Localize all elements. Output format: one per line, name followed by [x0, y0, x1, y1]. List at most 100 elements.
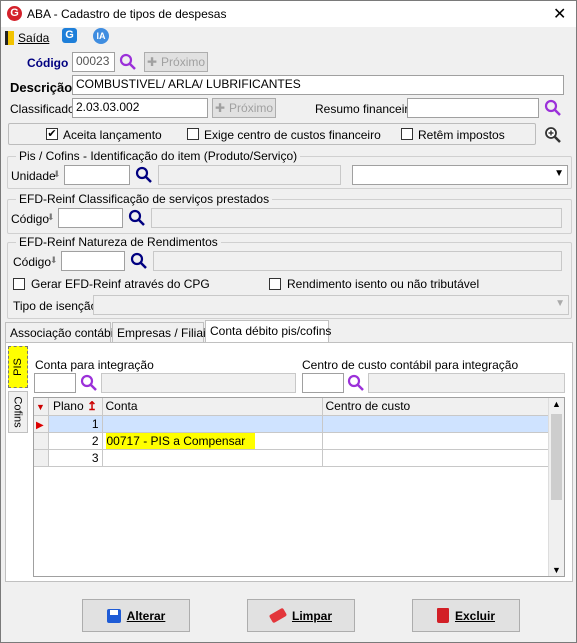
reinf-class-codigo-input[interactable]: [58, 208, 123, 228]
unidade-label: Unidade: [11, 169, 56, 183]
classificador-next-button[interactable]: ✚ Próximo: [212, 98, 276, 118]
search-icon[interactable]: [347, 374, 365, 392]
limpar-button[interactable]: Limpar: [247, 599, 355, 632]
codigo-next-label: Próximo: [161, 55, 206, 69]
tipo-isencao-select[interactable]: ▼: [93, 295, 569, 315]
tab-associacao[interactable]: Associação contábil: [5, 322, 116, 342]
scroll-thumb[interactable]: [551, 414, 562, 500]
scroll-down-icon[interactable]: ▼: [552, 565, 561, 575]
grid-vertical-scrollbar[interactable]: ▲ ▼: [548, 398, 564, 576]
table-row[interactable]: 3: [34, 449, 549, 467]
codigo-next-button[interactable]: ✚ Próximo: [144, 52, 208, 72]
aceita-checkbox[interactable]: ✔: [46, 128, 58, 140]
side-tab-pis-label: PIS: [11, 358, 24, 376]
gerar-reinf-checkbox[interactable]: [13, 278, 25, 290]
row-indicator: [34, 432, 49, 450]
codigo-input[interactable]: 00023: [72, 52, 115, 72]
table-row[interactable]: 2 00717 - PIS a Compensar: [34, 432, 549, 450]
table-row[interactable]: ▶ 1: [34, 415, 549, 433]
conta-integ-input[interactable]: [34, 373, 76, 393]
retem-label: Retêm impostos: [418, 128, 505, 142]
grid-indicator-header: ▼: [34, 398, 49, 416]
close-icon[interactable]: ✕: [553, 4, 566, 24]
tab-empresas[interactable]: Empresas / Filiais: [112, 322, 212, 342]
reinf-nat-codigo-label: Código: [13, 255, 52, 269]
grid-header-plano-label: Plano: [52, 399, 84, 414]
cell-conta-highlighted-value: 00717 - PIS a Compensar: [105, 432, 256, 449]
isento-label: Rendimento isento ou não tributável: [287, 277, 480, 291]
codigo-label: Código: [27, 56, 69, 70]
grid-table: ▼ Plano ↥ Conta Centro de custo ▶ 1 2 00…: [34, 398, 549, 467]
eraser-icon: [268, 607, 288, 624]
down-arrow-icon: ⬇: [50, 255, 58, 265]
search-icon[interactable]: [130, 252, 148, 270]
cell-centro[interactable]: [322, 415, 549, 433]
zoom-icon[interactable]: [544, 126, 562, 144]
scroll-up-icon[interactable]: ▲: [552, 399, 561, 409]
down-arrow-icon: ⬇: [47, 212, 55, 222]
search-icon[interactable]: [80, 374, 98, 392]
conta-integ-label: Conta para integração: [35, 358, 154, 372]
chevron-down-icon: ▼: [554, 168, 564, 179]
grid-header-conta[interactable]: Conta: [102, 398, 323, 416]
g-icon[interactable]: G: [62, 28, 77, 43]
resumo-input[interactable]: [407, 98, 539, 118]
classificador-input[interactable]: 2.03.03.002: [72, 98, 208, 118]
trash-icon: [436, 608, 449, 623]
alterar-button[interactable]: Alterar: [82, 599, 190, 632]
side-tab-cofins-label: Cofins: [12, 396, 24, 428]
reinf-nat-codigo-input[interactable]: [61, 251, 125, 271]
side-tab-cofins[interactable]: Cofins: [8, 391, 28, 433]
grid-header-plano[interactable]: Plano ↥: [48, 398, 103, 416]
pis-cofins-select[interactable]: ▼: [352, 165, 568, 185]
reinf-class-codigo-label: Código: [11, 212, 50, 226]
search-icon[interactable]: [128, 209, 146, 227]
centro-integ-description-input: [368, 373, 565, 393]
pis-cofins-title: Pis / Cofins - Identificação do item (Pr…: [16, 149, 301, 163]
isento-checkbox[interactable]: [269, 278, 281, 290]
cell-conta[interactable]: 00717 - PIS a Compensar: [102, 432, 323, 450]
save-icon: [106, 608, 121, 623]
cell-centro[interactable]: [322, 449, 549, 467]
cell-plano[interactable]: 3: [48, 449, 103, 467]
search-icon[interactable]: [544, 99, 562, 117]
ia-icon[interactable]: IA: [93, 28, 109, 44]
sort-arrow-icon: ↥: [86, 399, 98, 414]
exit-button[interactable]: Saída: [5, 29, 49, 47]
cell-conta[interactable]: [102, 449, 323, 467]
window-title: ABA - Cadastro de tipos de despesas: [27, 7, 227, 21]
centro-integ-input[interactable]: [302, 373, 344, 393]
cell-plano[interactable]: 1: [48, 415, 103, 433]
plus-icon: ✚: [146, 55, 158, 69]
descricao-input[interactable]: COMBUSTIVEL/ ARLA/ LUBRIFICANTES: [72, 75, 564, 95]
tipo-isencao-label: Tipo de isenção: [13, 299, 98, 313]
reinf-nat-description-input: [153, 251, 562, 271]
exit-label: Saída: [18, 31, 50, 45]
unidade-input[interactable]: [64, 165, 130, 185]
classificador-next-label: Próximo: [229, 101, 274, 115]
excluir-button[interactable]: Excluir: [412, 599, 520, 632]
reinf-class-title: EFD-Reinf Classificação de serviços pres…: [16, 192, 273, 206]
grid-header-centro[interactable]: Centro de custo: [322, 398, 549, 416]
plus-icon: ✚: [214, 101, 226, 115]
search-icon[interactable]: [119, 53, 137, 71]
tab-conta-debito[interactable]: Conta débito pis/cofins: [205, 320, 331, 342]
title-bar: G ABA - Cadastro de tipos de despesas ✕: [1, 1, 576, 27]
limpar-label: Limpar: [291, 608, 332, 623]
grid: ▼ Plano ↥ Conta Centro de custo ▶ 1 2 00…: [33, 397, 565, 577]
filter-arrow-icon[interactable]: ▼: [34, 402, 45, 412]
app-window: G ABA - Cadastro de tipos de despesas ✕ …: [0, 0, 577, 643]
cell-conta[interactable]: [102, 415, 323, 433]
cell-plano[interactable]: 2: [48, 432, 103, 450]
cell-centro[interactable]: [322, 432, 549, 450]
retem-checkbox[interactable]: [401, 128, 413, 140]
centro-integ-label: Centro de custo contábil para integração: [302, 358, 519, 372]
search-icon[interactable]: [135, 166, 153, 184]
down-arrow-icon: ⬇: [53, 169, 61, 179]
exige-checkbox[interactable]: [187, 128, 199, 140]
unidade-description-input: [158, 165, 341, 185]
descricao-label: Descrição: [10, 80, 73, 95]
classificador-label: Classificador: [10, 102, 79, 116]
side-tab-pis[interactable]: PIS: [8, 346, 28, 388]
conta-integ-description-input: [101, 373, 296, 393]
